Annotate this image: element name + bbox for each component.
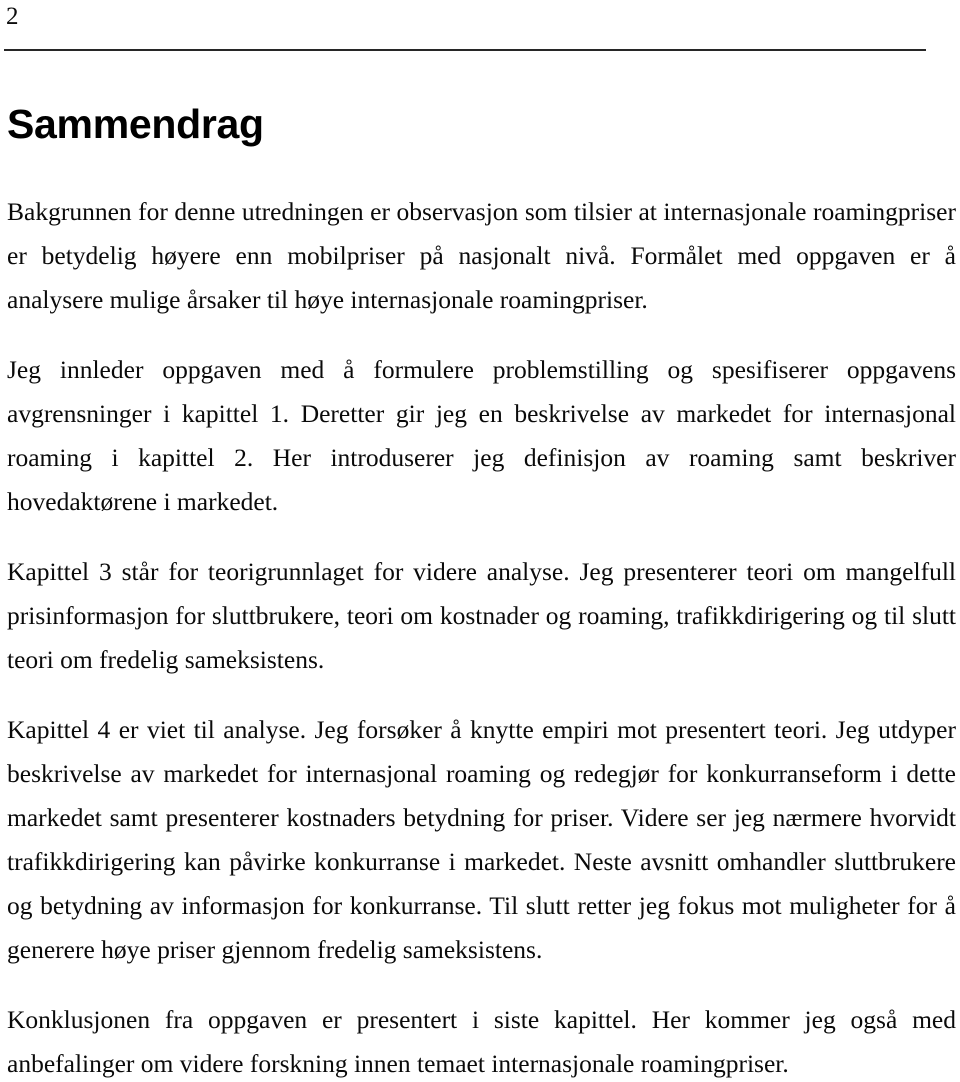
header-rule [4,49,926,51]
page-title: Sammendrag [7,101,264,147]
page-number: 2 [6,3,19,30]
paragraph-5: Konklusjonen fra oppgaven er presentert … [7,1005,956,1078]
paragraph-1: Bakgrunnen for denne utredningen er obse… [7,197,956,314]
paragraph-4: Kapittel 4 er viet til analyse. Jeg fors… [7,715,956,964]
document-page: 2 Sammendrag Bakgrunnen for denne utredn… [0,0,960,1082]
paragraph-3: Kapittel 3 står for teorigrunnlaget for … [7,557,956,674]
paragraph-2: Jeg innleder oppgaven med å formulere pr… [7,355,956,516]
body-text-block: Bakgrunnen for denne utredningen er obse… [7,190,956,1082]
